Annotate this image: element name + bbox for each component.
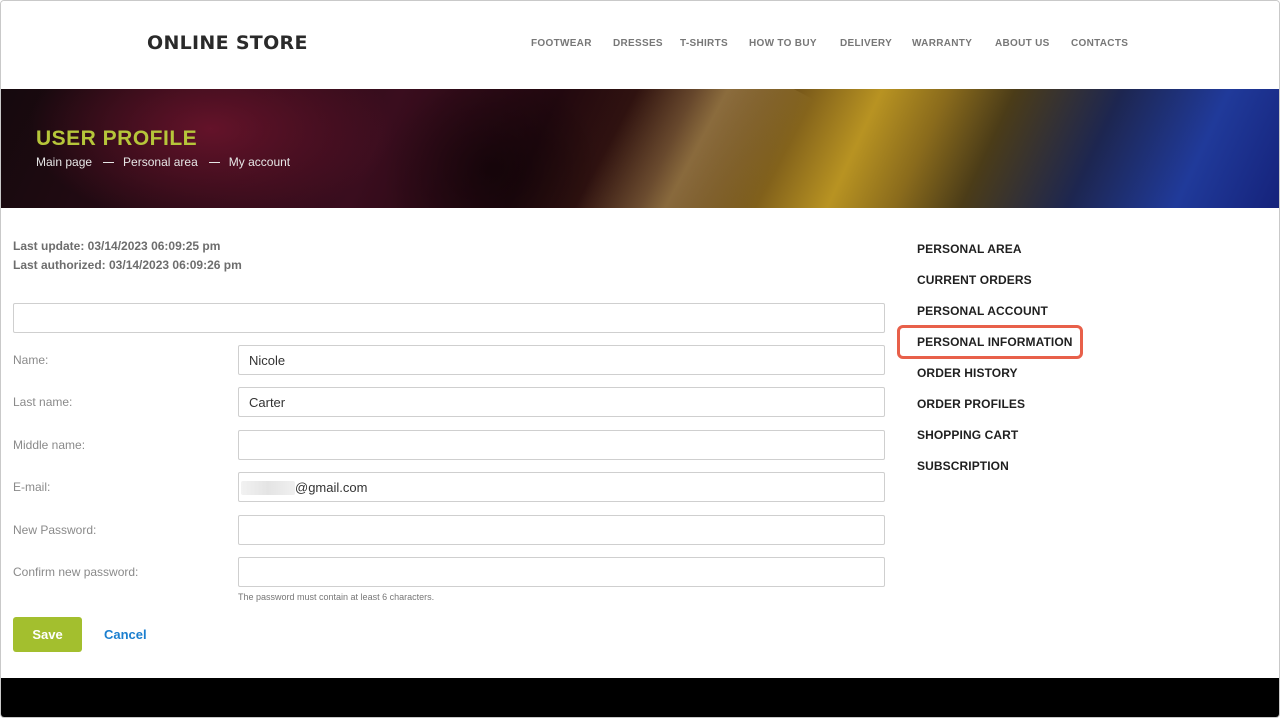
confirm-password-label: Confirm new password: [13, 565, 139, 579]
last-authorized-text: Last authorized: 03/14/2023 06:09:26 pm [13, 258, 242, 272]
store-logo[interactable]: ONLINE STORE [147, 32, 308, 54]
password-hint: The password must contain at least 6 cha… [238, 592, 435, 602]
email-value: @gmail.com [295, 480, 368, 495]
last-update-text: Last update: 03/14/2023 06:09:25 pm [13, 239, 221, 253]
new-password-label: New Password: [13, 523, 97, 537]
highlight-box [897, 325, 1083, 359]
nav-delivery[interactable]: DELIVERY [840, 38, 892, 49]
page-title: USER PROFILE [36, 127, 198, 150]
last-name-input[interactable] [238, 387, 885, 417]
new-password-input[interactable] [238, 515, 885, 545]
nav-warranty[interactable]: WARRANTY [912, 38, 972, 49]
site-header: ONLINE STORE FOOTWEAR DRESSES T-SHIRTS H… [1, 1, 1279, 89]
nav-footwear[interactable]: FOOTWEAR [531, 38, 592, 49]
cancel-link[interactable]: Cancel [104, 627, 147, 642]
middle-name-row: Middle name: [13, 430, 885, 460]
name-row: Name: [13, 345, 885, 375]
middle-name-label: Middle name: [13, 438, 86, 452]
sidebar-item-personal-area[interactable]: PERSONAL AREA [917, 242, 1022, 256]
last-name-label: Last name: [13, 395, 73, 409]
breadcrumb-separator [208, 162, 220, 164]
nav-how-to-buy[interactable]: HOW TO BUY [749, 38, 817, 49]
page-frame: ONLINE STORE FOOTWEAR DRESSES T-SHIRTS H… [0, 0, 1280, 718]
breadcrumb-separator [103, 162, 115, 164]
breadcrumb-main-page[interactable]: Main page [36, 155, 92, 169]
top-empty-field[interactable] [13, 303, 885, 333]
breadcrumb: Main page Personal area My account [36, 155, 290, 169]
profile-banner: USER PROFILE Main page Personal area My ac… [1, 89, 1279, 208]
confirm-password-row: Confirm new password: [13, 557, 885, 587]
nav-t-shirts[interactable]: T-SHIRTS [680, 38, 728, 49]
last-name-row: Last name: [13, 387, 885, 417]
confirm-password-input[interactable] [238, 557, 885, 587]
new-password-row: New Password: [13, 515, 885, 545]
breadcrumb-my-account: My account [228, 155, 291, 169]
site-footer [1, 678, 1279, 717]
nav-contacts[interactable]: CONTACTS [1071, 38, 1128, 49]
save-button[interactable]: Save [13, 617, 82, 652]
sidebar-item-personal-account[interactable]: PERSONAL ACCOUNT [917, 304, 1048, 318]
sidebar-item-subscription[interactable]: SUBSCRIPTION [917, 459, 1009, 473]
name-label: Name: [13, 353, 49, 367]
nav-about-us[interactable]: ABOUT US [995, 38, 1050, 49]
middle-name-input[interactable] [238, 430, 885, 460]
breadcrumb-personal-area[interactable]: Personal area [123, 155, 198, 169]
name-input[interactable] [238, 345, 885, 375]
main-nav: FOOTWEAR DRESSES T-SHIRTS HOW TO BUY DEL… [531, 38, 1279, 52]
email-input[interactable]: @gmail.com [238, 472, 885, 502]
email-row: E-mail: @gmail.com [13, 472, 885, 502]
nav-dresses[interactable]: DRESSES [613, 38, 663, 49]
email-redacted-area [241, 481, 295, 495]
banner-fabric-sheen [568, 89, 814, 208]
account-meta: Last update: 03/14/2023 06:09:25 pm Last… [13, 237, 242, 275]
email-label: E-mail: [13, 480, 51, 494]
sidebar-item-order-history[interactable]: ORDER HISTORY [917, 366, 1018, 380]
sidebar-item-shopping-cart[interactable]: SHOPPING CART [917, 428, 1018, 442]
sidebar-item-current-orders[interactable]: CURRENT ORDERS [917, 273, 1032, 287]
sidebar-item-order-profiles[interactable]: ORDER PROFILES [917, 397, 1025, 411]
